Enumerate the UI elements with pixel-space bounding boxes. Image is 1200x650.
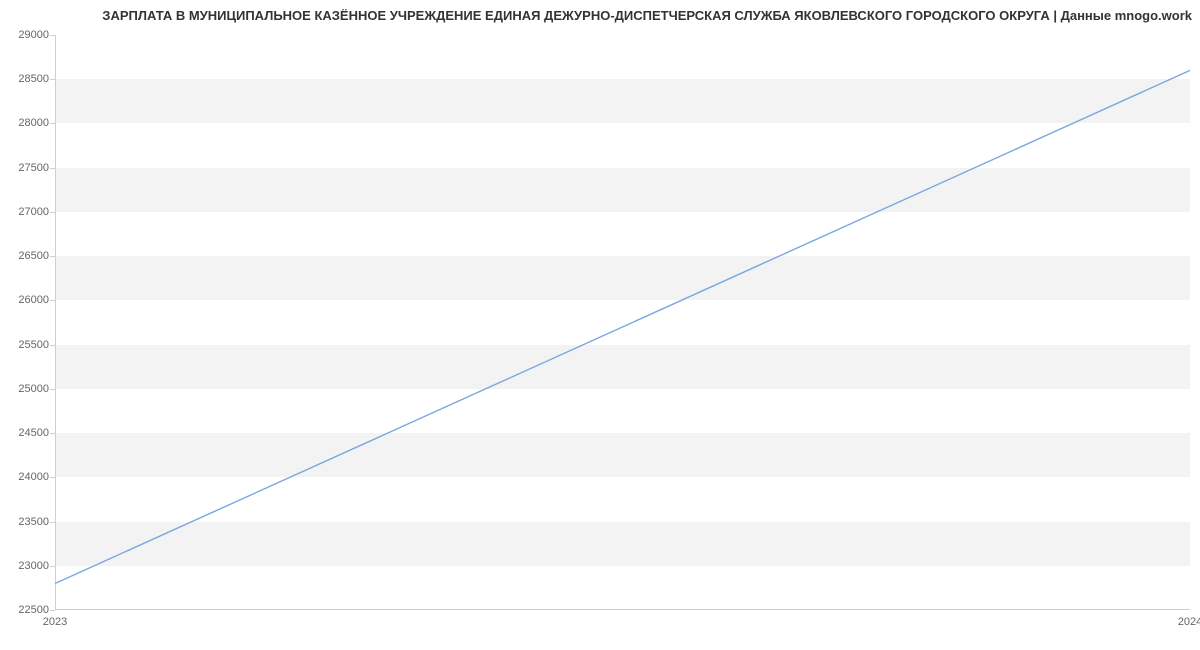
y-tick-label: 24000 xyxy=(18,471,49,483)
y-tick-mark xyxy=(50,212,55,213)
y-tick-label: 27000 xyxy=(18,206,49,218)
y-tick-mark xyxy=(50,389,55,390)
y-tick-label: 25500 xyxy=(18,339,49,351)
y-tick-mark xyxy=(50,477,55,478)
y-tick-mark xyxy=(50,168,55,169)
y-tick-label: 24500 xyxy=(18,427,49,439)
y-tick-mark xyxy=(50,123,55,124)
y-tick-label: 29000 xyxy=(18,29,49,41)
y-tick-label: 28000 xyxy=(18,117,49,129)
y-tick-label: 27500 xyxy=(18,162,49,174)
y-tick-label: 23000 xyxy=(18,560,49,572)
y-tick-label: 22500 xyxy=(18,604,49,616)
y-tick-label: 23500 xyxy=(18,516,49,528)
y-tick-label: 26000 xyxy=(18,294,49,306)
x-tick-label: 2024 xyxy=(1178,616,1200,628)
chart-title: ЗАРПЛАТА В МУНИЦИПАЛЬНОЕ КАЗЁННОЕ УЧРЕЖД… xyxy=(102,8,1192,23)
y-tick-label: 25000 xyxy=(18,383,49,395)
y-tick-label: 28500 xyxy=(18,73,49,85)
x-tick-label: 2023 xyxy=(43,616,67,628)
y-tick-label: 26500 xyxy=(18,250,49,262)
y-tick-mark xyxy=(50,522,55,523)
y-tick-mark xyxy=(50,566,55,567)
y-tick-mark xyxy=(50,256,55,257)
y-tick-mark xyxy=(50,433,55,434)
y-tick-mark xyxy=(50,345,55,346)
line-series xyxy=(55,35,1190,610)
y-tick-mark xyxy=(50,300,55,301)
y-tick-mark xyxy=(50,35,55,36)
y-tick-mark xyxy=(50,610,55,611)
y-tick-mark xyxy=(50,79,55,80)
plot-area: 2250023000235002400024500250002550026000… xyxy=(55,35,1190,610)
series-polyline xyxy=(55,70,1190,583)
